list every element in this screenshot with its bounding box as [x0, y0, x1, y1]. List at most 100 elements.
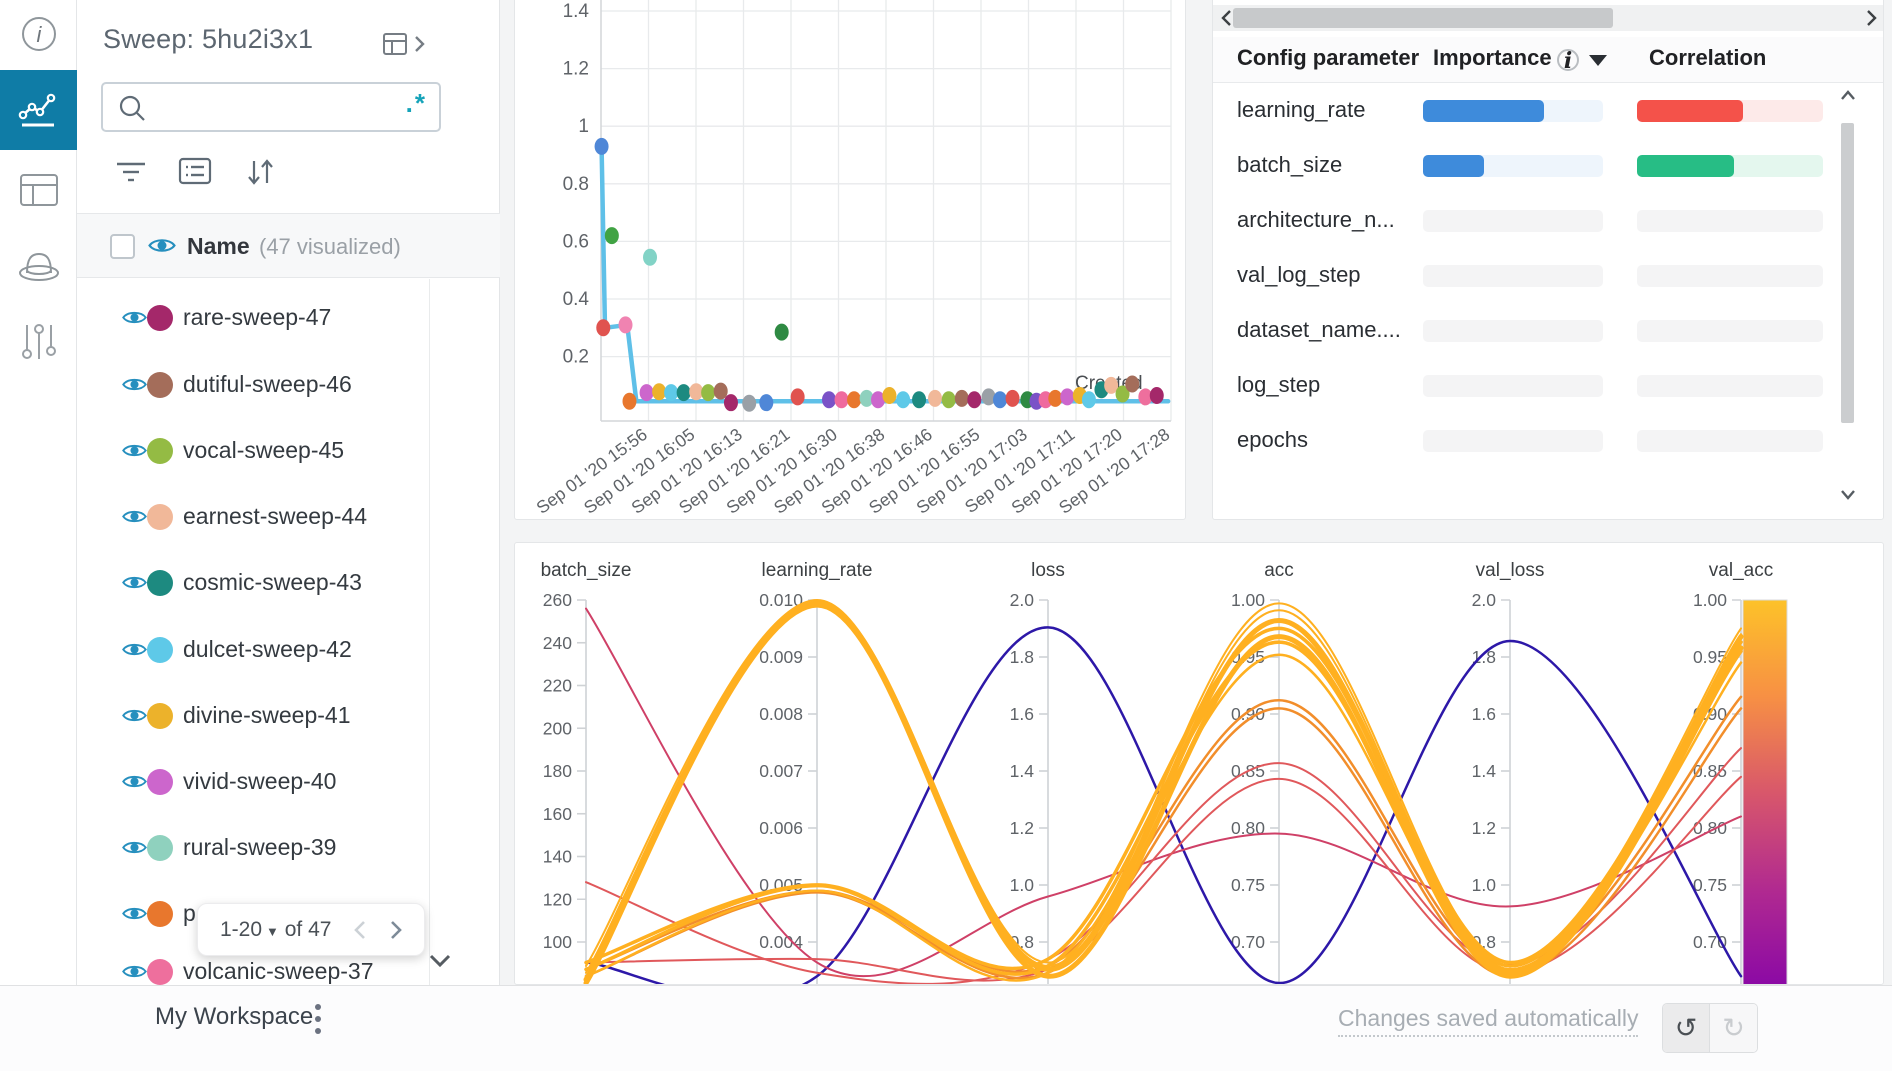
name-column-header[interactable]: Name: [187, 233, 250, 260]
run-row[interactable]: vocal-sweep-45: [77, 419, 429, 484]
run-name[interactable]: p: [183, 900, 196, 927]
svg-text:0.6: 0.6: [563, 231, 589, 252]
run-name[interactable]: dutiful-sweep-46: [183, 371, 352, 398]
run-list-scrollbar[interactable]: [429, 279, 430, 985]
svg-text:1: 1: [578, 116, 589, 137]
svg-text:1.4: 1.4: [1010, 761, 1035, 781]
importance-row[interactable]: architecture_n...: [1213, 193, 1853, 248]
scroll-down-icon[interactable]: [1840, 489, 1856, 501]
run-name[interactable]: rural-sweep-39: [183, 834, 336, 861]
select-all-checkbox[interactable]: [110, 234, 135, 259]
correlation-bar: [1637, 100, 1823, 122]
prev-page-button[interactable]: [353, 919, 367, 941]
next-page-button[interactable]: [389, 919, 403, 941]
run-row[interactable]: rare-sweep-47: [77, 286, 429, 351]
svg-text:2.0: 2.0: [1472, 590, 1497, 610]
redo-button[interactable]: ↻: [1710, 1004, 1757, 1052]
regex-toggle-icon[interactable]: .*: [406, 88, 427, 119]
importance-row[interactable]: dataset_name....: [1213, 303, 1853, 358]
importance-row[interactable]: log_step: [1213, 358, 1853, 413]
svg-text:0.007: 0.007: [759, 761, 803, 781]
rail-item-sweeps[interactable]: [0, 235, 77, 295]
svg-text:batch_size: batch_size: [541, 560, 632, 581]
svg-text:1.00: 1.00: [1231, 590, 1265, 610]
importance-row[interactable]: batch_size: [1213, 138, 1853, 193]
run-name[interactable]: rare-sweep-47: [183, 304, 331, 331]
rail-item-charts[interactable]: [0, 70, 77, 150]
parameter-name: val_log_step: [1237, 262, 1361, 288]
sort-desc-icon[interactable]: [1589, 55, 1607, 66]
scroll-left-icon[interactable]: [1219, 8, 1233, 28]
run-color-dot: [147, 959, 173, 985]
rail-item-overview[interactable]: i: [0, 8, 77, 60]
correlation-bar: [1637, 430, 1823, 452]
svg-text:1.2: 1.2: [1010, 818, 1034, 838]
filter-icon[interactable]: [113, 156, 149, 188]
run-color-dot: [147, 835, 173, 861]
visibility-eye-icon[interactable]: [121, 308, 148, 327]
workspace-menu-kebab-icon[interactable]: [308, 1002, 328, 1036]
run-name[interactable]: cosmic-sweep-43: [183, 569, 362, 596]
undo-button[interactable]: ↺: [1663, 1004, 1710, 1052]
importance-table-body: learning_rate batch_size architecture_n...…: [1213, 83, 1853, 520]
rail-item-controls[interactable]: [0, 312, 77, 372]
run-row[interactable]: divine-sweep-41: [77, 684, 429, 749]
run-name[interactable]: vivid-sweep-40: [183, 768, 336, 795]
run-name[interactable]: vocal-sweep-45: [183, 437, 344, 464]
importance-row[interactable]: epochs: [1213, 413, 1853, 468]
parameter-name: architecture_n...: [1237, 207, 1395, 233]
importance-row[interactable]: learning_rate: [1213, 83, 1853, 138]
run-name[interactable]: dulcet-sweep-42: [183, 636, 352, 663]
horizontal-scrollbar[interactable]: [1213, 5, 1884, 31]
info-icon[interactable]: i: [1557, 49, 1579, 71]
svg-text:1.2: 1.2: [1472, 818, 1496, 838]
sort-icon[interactable]: [243, 156, 277, 188]
run-list-toolbar: [77, 152, 499, 198]
run-row[interactable]: cosmic-sweep-43: [77, 551, 429, 616]
scroll-up-icon[interactable]: [1840, 89, 1856, 101]
importance-bar: [1423, 375, 1603, 397]
sliders-icon: [19, 321, 59, 363]
run-row[interactable]: earnest-sweep-44: [77, 485, 429, 550]
vertical-scrollbar-thumb[interactable]: [1841, 123, 1854, 423]
workspace-title[interactable]: My Workspace: [155, 1003, 313, 1031]
visibility-eye-icon[interactable]: [121, 573, 148, 592]
vertical-scrollbar[interactable]: [1839, 83, 1857, 507]
svg-text:0.4: 0.4: [563, 289, 590, 310]
visibility-eye-icon[interactable]: [121, 640, 148, 659]
run-row[interactable]: dutiful-sweep-46: [77, 353, 429, 418]
visibility-eye-icon[interactable]: [121, 904, 148, 923]
svg-text:260: 260: [543, 590, 572, 610]
rail-item-table[interactable]: [0, 160, 77, 220]
visibility-eye-icon[interactable]: [121, 962, 148, 981]
run-search-input[interactable]: .*: [101, 82, 441, 132]
visibility-eye-icon[interactable]: [121, 507, 148, 526]
visibility-eye-icon[interactable]: [121, 375, 148, 394]
scroll-right-icon[interactable]: [1865, 8, 1879, 28]
run-name[interactable]: volcanic-sweep-37: [183, 958, 373, 985]
importance-row[interactable]: val_log_step: [1213, 248, 1853, 303]
visibility-all-eye-icon[interactable]: [147, 235, 177, 256]
run-color-dot: [147, 504, 173, 530]
visibility-eye-icon[interactable]: [121, 706, 148, 725]
list-settings-icon[interactable]: [178, 156, 212, 186]
visibility-eye-icon[interactable]: [121, 838, 148, 857]
parallel-coordinates-plot[interactable]: batch_size260240220200180160140120100lea…: [515, 543, 1884, 985]
visibility-eye-icon[interactable]: [121, 772, 148, 791]
run-row[interactable]: rural-sweep-39: [77, 816, 429, 881]
open-runs-table-button[interactable]: [383, 32, 425, 56]
scroll-down-icon[interactable]: [427, 952, 453, 970]
run-name[interactable]: earnest-sweep-44: [183, 503, 367, 530]
run-color-dot: [147, 438, 173, 464]
run-row[interactable]: dulcet-sweep-42: [77, 618, 429, 683]
sweep-title: Sweep: 5hu2i3x1: [103, 24, 313, 55]
scatter-plot[interactable]: 1.41.210.80.60.40.2Sep 01 '20 15:56Sep 0…: [515, 0, 1186, 520]
page-size-dropdown[interactable]: 1-20▼ of 47: [220, 918, 331, 942]
parameter-name: batch_size: [1237, 152, 1342, 178]
horizontal-scrollbar-thumb[interactable]: [1233, 8, 1613, 28]
run-name[interactable]: divine-sweep-41: [183, 702, 350, 729]
created-vs-loss-chart-panel: 1.41.210.80.60.40.2Sep 01 '20 15:56Sep 0…: [514, 0, 1186, 520]
importance-header[interactable]: Importance: [1433, 45, 1552, 71]
visibility-eye-icon[interactable]: [121, 441, 148, 460]
run-row[interactable]: vivid-sweep-40: [77, 750, 429, 815]
